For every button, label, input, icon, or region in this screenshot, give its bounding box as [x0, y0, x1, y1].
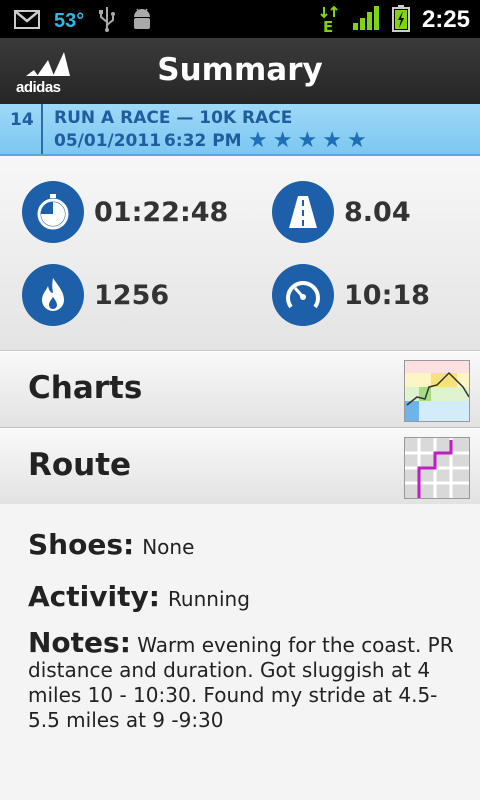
charts-thumbnail-icon	[404, 360, 470, 422]
star-icon: ★	[297, 128, 318, 153]
route-row[interactable]: Route	[0, 428, 480, 505]
charts-label: Charts	[28, 370, 143, 406]
workout-info-bar: 14 RUN A RACE — 10K RACE 05/01/2011 6:32…	[0, 104, 480, 156]
calories-value: 1256	[94, 279, 170, 311]
status-bar: 53° E 2:25	[0, 0, 480, 38]
workout-details: Shoes: None Activity: Running Notes: Warm …	[0, 504, 480, 800]
star-icon: ★	[322, 128, 342, 153]
star-icon: ★	[272, 128, 293, 153]
divider	[41, 104, 43, 154]
star-icon: ★	[346, 128, 367, 153]
android-debug-icon	[130, 6, 154, 36]
rating-stars: ★ ★ ★ ★ ★	[248, 130, 367, 152]
activity-value: Running	[167, 587, 250, 611]
stats-panel: 01:22:48 8.04 1256 10:18	[0, 156, 480, 351]
shoes-label: Shoes:	[28, 528, 135, 561]
distance-value: 8.04	[344, 196, 411, 228]
notes-label: Notes:	[28, 626, 131, 659]
duration-value: 01:22:48	[94, 196, 229, 228]
flame-icon	[22, 264, 84, 326]
shoes-line: Shoes: None	[28, 528, 194, 561]
weather-temperature: 53°	[54, 9, 85, 32]
workout-title: RUN A RACE — 10K RACE	[54, 108, 293, 128]
signal-strength-icon	[352, 5, 380, 35]
route-map-thumbnail-icon	[404, 437, 470, 499]
route-label: Route	[28, 447, 132, 483]
stopwatch-icon	[22, 181, 84, 243]
page-title: Summary	[157, 52, 323, 88]
workout-time: 6:32 PM	[164, 131, 242, 151]
activity-line: Activity: Running	[28, 580, 250, 613]
speedometer-icon	[272, 264, 334, 326]
stat-distance: 8.04	[272, 181, 411, 243]
shoes-value: None	[142, 535, 195, 559]
road-icon	[272, 181, 334, 243]
pace-value: 10:18	[344, 279, 430, 311]
charts-row[interactable]: Charts	[0, 351, 480, 428]
app-header: adidas Summary	[0, 38, 480, 104]
network-type-label: E	[322, 18, 334, 36]
workout-number: 14	[10, 110, 34, 130]
stat-duration: 01:22:48	[22, 181, 228, 243]
stat-calories: 1256	[22, 264, 169, 326]
activity-label: Activity:	[28, 580, 160, 613]
clock: 2:25	[421, 6, 470, 33]
workout-date: 05/01/2011	[54, 131, 162, 151]
star-icon: ★	[248, 128, 268, 153]
usb-icon	[98, 6, 116, 36]
stat-pace: 10:18	[272, 264, 430, 326]
data-transfer-icon: E	[318, 5, 340, 36]
gmail-icon	[14, 8, 40, 34]
notes-block: Notes: Warm evening for the coast. PR di…	[28, 629, 458, 733]
battery-charging-icon	[391, 4, 410, 36]
